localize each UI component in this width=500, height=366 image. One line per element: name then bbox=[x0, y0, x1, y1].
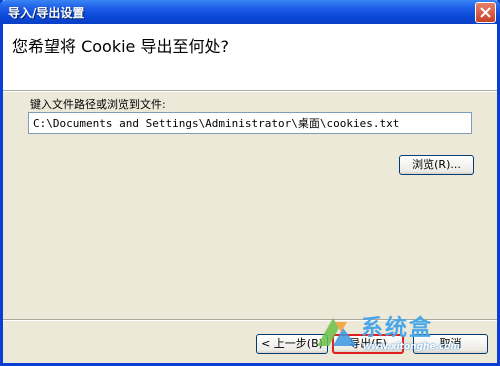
cancel-button[interactable]: 取消 bbox=[413, 334, 488, 354]
close-icon bbox=[480, 7, 491, 18]
export-button[interactable]: 导出(E) bbox=[332, 334, 404, 354]
path-label: 键入文件路径或浏览到文件: bbox=[30, 98, 166, 111]
header-panel: 您希望将 Cookie 导出至何处? bbox=[3, 24, 497, 90]
close-button[interactable] bbox=[475, 2, 496, 23]
back-button[interactable]: < 上一步(B) bbox=[256, 334, 328, 354]
file-path-input[interactable] bbox=[28, 112, 472, 134]
dialog-title: 导入/导出设置 bbox=[8, 6, 85, 20]
title-bar[interactable]: 导入/导出设置 bbox=[0, 0, 500, 24]
footer-divider bbox=[3, 319, 497, 321]
export-dialog: 导入/导出设置 您希望将 Cookie 导出至何处? 键入文件路径或浏览到文件:… bbox=[0, 0, 500, 366]
browse-button[interactable]: 浏览(R)... bbox=[399, 155, 474, 175]
header-divider bbox=[3, 90, 497, 92]
page-question: 您希望将 Cookie 导出至何处? bbox=[12, 37, 229, 56]
